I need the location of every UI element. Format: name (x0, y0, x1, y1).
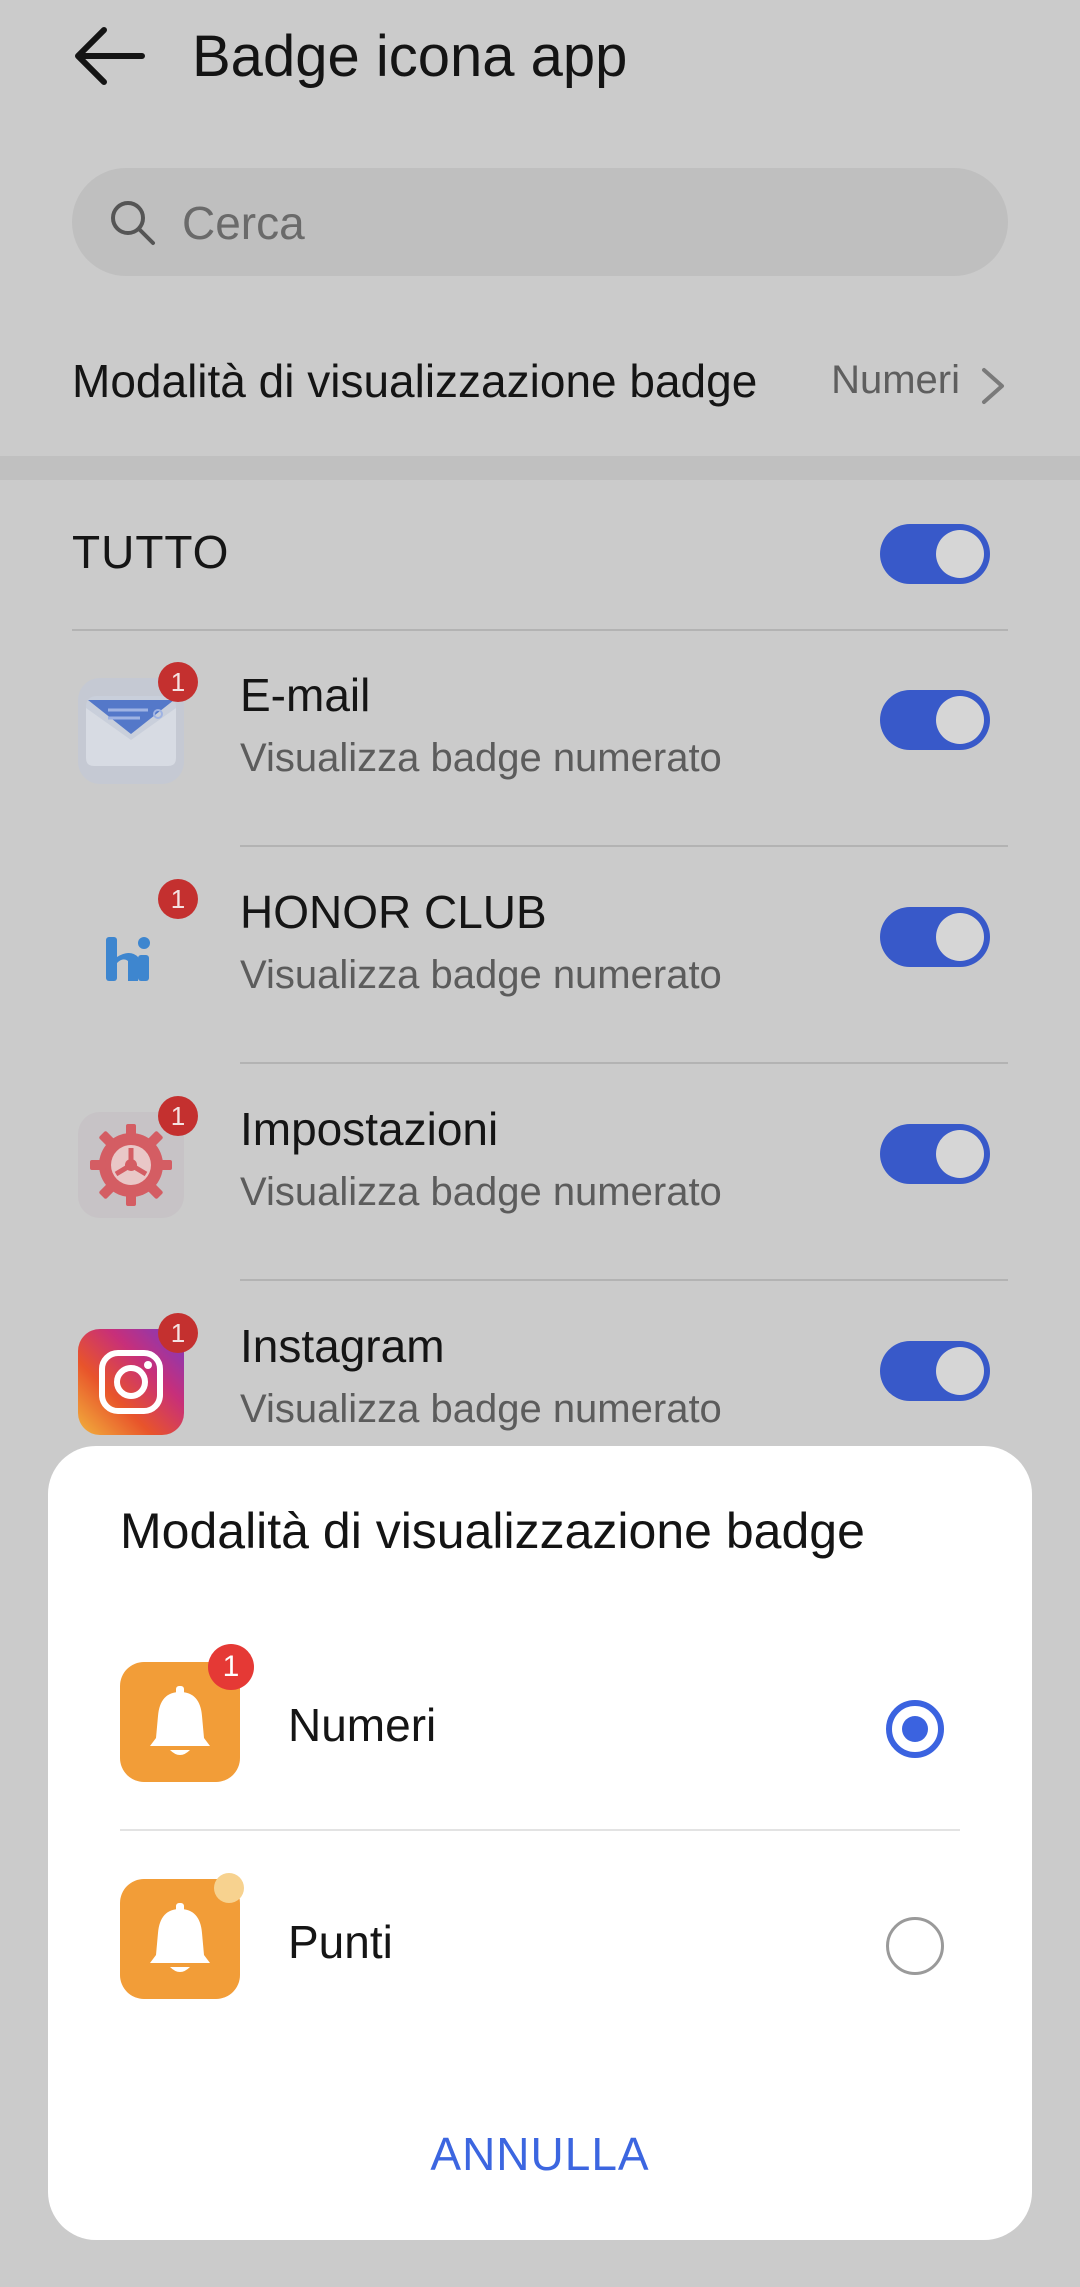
app-subtitle: Visualizza badge numerato (240, 736, 722, 780)
cancel-button[interactable]: ANNULLA (340, 2114, 740, 2194)
back-button[interactable] (60, 20, 160, 120)
divider (240, 1279, 1008, 1281)
option-punti[interactable]: Punti (48, 1825, 1032, 2025)
app-subtitle: Visualizza badge numerato (240, 953, 722, 997)
divider (72, 629, 1008, 631)
option-label: Numeri (288, 1699, 437, 1751)
app-row-honor-club[interactable]: 1 HONOR CLUB Visualizza badge numerato (0, 849, 1080, 1065)
toggle-knob (936, 530, 984, 578)
all-apps-toggle[interactable] (880, 524, 990, 584)
app-name: Impostazioni (240, 1103, 499, 1155)
search-icon (111, 201, 155, 245)
app-subtitle: Visualizza badge numerato (240, 1387, 722, 1431)
app-subtitle: Visualizza badge numerato (240, 1170, 722, 1214)
notification-badge: 1 (208, 1644, 254, 1690)
app-name: E-mail (240, 669, 371, 721)
toggle-knob (936, 1347, 984, 1395)
page-title: Badge icona app (192, 24, 628, 89)
notification-badge: 1 (158, 879, 198, 919)
app-name: Instagram (240, 1320, 445, 1372)
radio-numeri[interactable] (886, 1700, 944, 1758)
radio-punti[interactable] (886, 1917, 944, 1975)
notification-badge: 1 (158, 1313, 198, 1353)
search-bar[interactable] (72, 168, 1008, 276)
toggle-knob (936, 696, 984, 744)
notification-badge: 1 (158, 662, 198, 702)
toggle-knob (936, 1130, 984, 1178)
app-row-settings[interactable]: 1 Impostazioni Visualizza badge numerato (0, 1066, 1080, 1282)
sheet-title: Modalità di visualizzazione badge (120, 1503, 865, 1559)
search-input[interactable] (180, 186, 964, 260)
divider (240, 1062, 1008, 1064)
option-numeri[interactable]: 1 Numeri (48, 1608, 1032, 1808)
app-toggle-settings[interactable] (880, 1124, 990, 1184)
app-toggle-email[interactable] (880, 690, 990, 750)
chevron-right-icon (982, 368, 1004, 404)
badge-mode-row[interactable]: Modalità di visualizzazione badge Numeri (0, 330, 1080, 440)
app-name: HONOR CLUB (240, 886, 547, 938)
option-label: Punti (288, 1916, 393, 1968)
notification-badge: 1 (158, 1096, 198, 1136)
app-row-email[interactable]: 1 E-mail Visualizza badge numerato (0, 632, 1080, 848)
badge-mode-value: Numeri (831, 358, 960, 402)
badge-mode-label: Modalità di visualizzazione badge (72, 355, 758, 407)
app-toggle-instagram[interactable] (880, 1341, 990, 1401)
toggle-knob (936, 913, 984, 961)
app-toggle-honor-club[interactable] (880, 907, 990, 967)
badge-dot (214, 1873, 244, 1903)
badge-mode-sheet: Modalità di visualizzazione badge 1 Nume… (48, 1446, 1032, 2240)
divider (240, 845, 1008, 847)
section-separator (0, 456, 1080, 480)
arrow-left-icon (75, 27, 145, 85)
all-apps-label: TUTTO (72, 526, 230, 578)
